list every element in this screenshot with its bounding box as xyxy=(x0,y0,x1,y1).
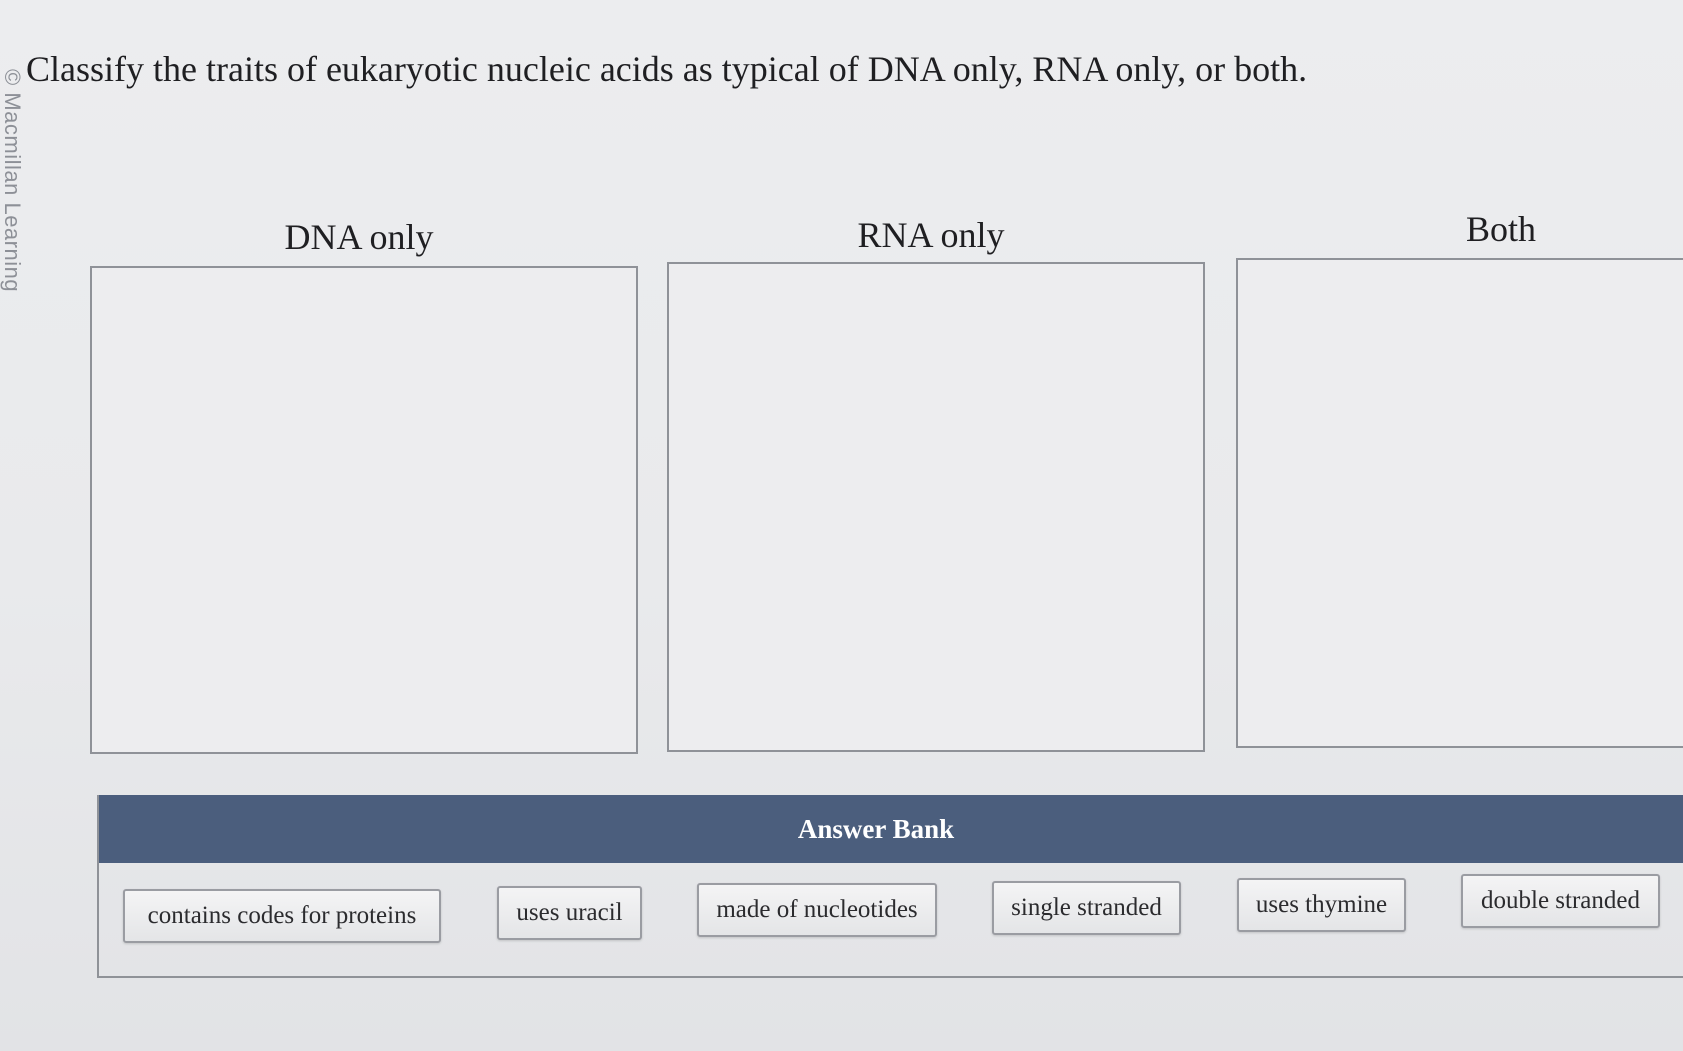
dna-only-drop-zone[interactable] xyxy=(90,266,638,754)
dna-only-label: DNA only xyxy=(284,217,434,257)
both-drop-zone[interactable] xyxy=(1236,258,1683,748)
chip-double-stranded[interactable]: double stranded xyxy=(1461,874,1660,928)
chip-uses-thymine[interactable]: uses thymine xyxy=(1237,878,1406,932)
chip-made-of-nucleotides[interactable]: made of nucleotides xyxy=(697,883,937,937)
question-page: © Macmillan Learning Classify the traits… xyxy=(0,0,1683,1051)
chip-uses-uracil[interactable]: uses uracil xyxy=(497,886,642,940)
answer-bank-header: Answer Bank xyxy=(99,795,1683,863)
rna-only-drop-zone[interactable] xyxy=(667,262,1205,752)
question-prompt: Classify the traits of eukaryotic nuclei… xyxy=(26,49,1308,89)
answer-bank-title: Answer Bank xyxy=(797,813,955,844)
copyright-watermark: © Macmillan Learning xyxy=(0,69,25,293)
rna-only-label: RNA only xyxy=(857,215,1005,255)
chip-single-stranded[interactable]: single stranded xyxy=(992,881,1181,935)
chip-contains-codes-for-proteins[interactable]: contains codes for proteins xyxy=(123,889,441,943)
both-label: Both xyxy=(1465,209,1536,249)
